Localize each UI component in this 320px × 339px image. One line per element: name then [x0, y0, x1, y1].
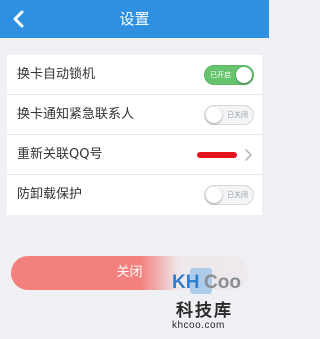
notify-contact-toggle[interactable]: 已关闭 — [204, 105, 254, 125]
toggle-state-text: 已关闭 — [227, 191, 248, 199]
page-title: 设置 — [119, 10, 150, 28]
chevron-right-icon — [245, 149, 252, 161]
redacted-qq-number — [197, 152, 237, 158]
settings-list: 换卡自动锁机 已开启 换卡通知紧急联系人 已关闭 重新关联QQ号 防卸载保护 已… — [7, 55, 262, 215]
setting-label: 防卸载保护 — [17, 187, 83, 202]
watermark-url: khcoo.com — [172, 320, 225, 331]
uninstall-protect-toggle[interactable]: 已关闭 — [204, 185, 254, 205]
toggle-state-text: 已开启 — [210, 71, 231, 79]
auto-lock-toggle[interactable]: 已开启 — [204, 65, 254, 85]
setting-label: 换卡自动锁机 — [17, 67, 96, 82]
toggle-knob — [236, 67, 252, 83]
title-bar: 设置 — [0, 0, 269, 38]
svg-text:Coo: Coo — [204, 272, 241, 293]
toggle-knob — [206, 187, 222, 203]
toggle-knob — [206, 107, 222, 123]
setting-row-auto-lock: 换卡自动锁机 已开启 — [7, 55, 262, 95]
watermark-logo: KH Coo — [172, 268, 241, 294]
svg-text:KH: KH — [172, 272, 199, 293]
setting-row-notify-contact: 换卡通知紧急联系人 已关闭 — [7, 95, 262, 135]
toggle-state-text: 已关闭 — [227, 111, 248, 119]
setting-row-relink-qq[interactable]: 重新关联QQ号 — [7, 135, 262, 175]
watermark-chinese: 科技库 — [176, 301, 233, 321]
setting-label: 换卡通知紧急联系人 — [17, 107, 135, 122]
setting-row-uninstall-protect: 防卸载保护 已关闭 — [7, 175, 262, 215]
setting-label: 重新关联QQ号 — [17, 147, 103, 162]
